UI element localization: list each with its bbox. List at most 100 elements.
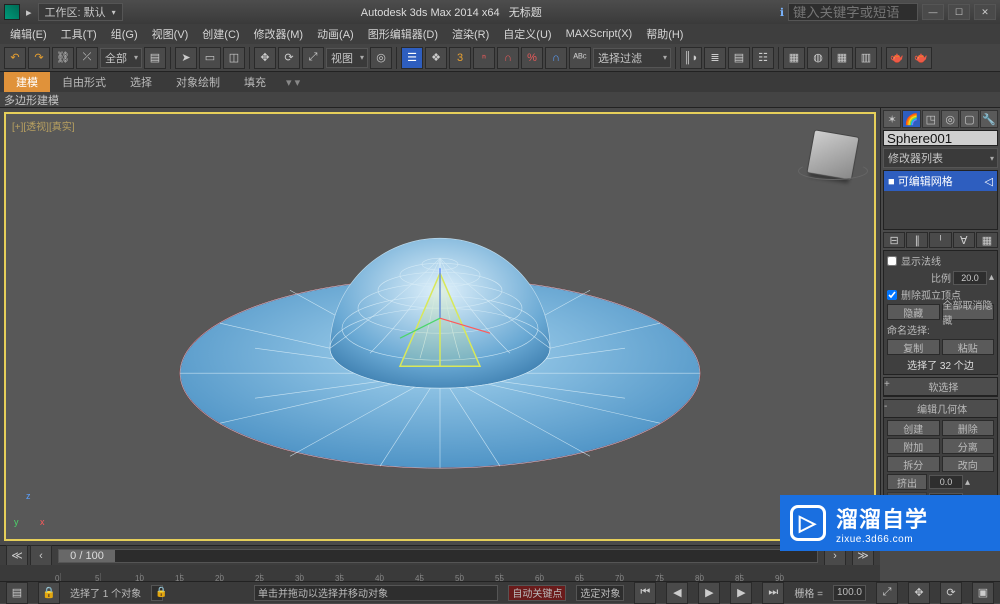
menu-customize[interactable]: 自定义(U) <box>497 24 557 44</box>
menu-edit[interactable]: 编辑(E) <box>4 24 53 44</box>
minimize-button[interactable]: — <box>922 4 944 20</box>
quick-render-button[interactable]: 🫖 <box>910 47 932 69</box>
ptab-create[interactable]: ✶ <box>883 110 901 128</box>
close-button[interactable]: ✕ <box>974 4 996 20</box>
btn-attach[interactable]: 附加 <box>887 438 940 454</box>
magnet-blue-icon[interactable]: ∩ <box>545 47 567 69</box>
play-next-button[interactable]: ▶ <box>730 582 752 604</box>
btn-delete[interactable]: 删除 <box>942 420 995 436</box>
btn-split[interactable]: 拆分 <box>887 456 940 472</box>
viewcube-ring[interactable] <box>798 162 868 180</box>
autokey-button[interactable]: 自动关键点 <box>508 585 566 601</box>
dropdown-arrow-icon[interactable]: ▸ <box>26 6 32 19</box>
ptab-hierarchy[interactable]: ◳ <box>922 110 940 128</box>
menu-create[interactable]: 创建(C) <box>196 24 245 44</box>
ptab-motion[interactable]: ◎ <box>941 110 959 128</box>
chk-show-normals[interactable] <box>887 256 897 266</box>
spinner-up-icon[interactable]: ▴ <box>989 272 994 283</box>
tab-objectpaint[interactable]: 对象绘制 <box>164 72 232 92</box>
btn-redirect[interactable]: 改向 <box>942 456 995 472</box>
curve-editor-button[interactable]: ☷ <box>752 47 774 69</box>
maximize-button[interactable]: ☐ <box>948 4 970 20</box>
object-name-field[interactable] <box>883 130 998 146</box>
chk-delete-iso[interactable] <box>887 290 897 300</box>
info-icon[interactable]: ℹ <box>780 6 784 19</box>
btn-create[interactable]: 创建 <box>887 420 940 436</box>
angle-snap-toggle[interactable]: 3 <box>449 47 471 69</box>
prev-frame-button[interactable]: ‹ <box>30 545 52 567</box>
btn-unhide-all[interactable]: 全部取消隐藏 <box>942 304 995 320</box>
spinner-extrude[interactable] <box>929 475 963 489</box>
selection-scope-dropdown[interactable]: 全部 <box>100 48 142 68</box>
render-setup-button[interactable]: ▦ <box>831 47 853 69</box>
menu-view[interactable]: 视图(V) <box>146 24 195 44</box>
move-button[interactable]: ✥ <box>254 47 276 69</box>
modifier-expand-icon[interactable]: ◁ <box>985 175 993 188</box>
lock-selection-button[interactable]: 🔒 <box>38 582 60 604</box>
time-track[interactable]: 0 / 100 <box>58 549 818 563</box>
pin-stack-button[interactable]: ⊟ <box>883 232 905 248</box>
menu-help[interactable]: 帮助(H) <box>640 24 689 44</box>
play-prev-button[interactable]: ◀ <box>666 582 688 604</box>
spin-ext-up[interactable]: ▴ <box>965 477 970 488</box>
tab-modeling[interactable]: 建模 <box>4 72 50 92</box>
menu-maxscript[interactable]: MAXScript(X) <box>560 26 639 42</box>
play-start-button[interactable]: ⏮ <box>634 582 656 604</box>
select-button[interactable]: ▤ <box>144 47 166 69</box>
ptab-utilities[interactable]: 🔧 <box>980 110 998 128</box>
configure-mod-button[interactable]: ▦ <box>976 232 998 248</box>
schematic-button[interactable]: ▦ <box>783 47 805 69</box>
tab-freeform[interactable]: 自由形式 <box>50 72 118 92</box>
redo-button[interactable]: ↷ <box>28 47 50 69</box>
btn-detach[interactable]: 分离 <box>942 438 995 454</box>
center-button[interactable]: ◎ <box>370 47 392 69</box>
workspace-dropdown[interactable]: 工作区: 默认 ▾ <box>38 3 123 21</box>
render-framewindow-button[interactable]: ▥ <box>855 47 877 69</box>
ptab-modify[interactable]: 🌈 <box>902 110 920 128</box>
menu-tools[interactable]: 工具(T) <box>55 24 103 44</box>
make-unique-button[interactable]: ᴵ <box>929 232 951 248</box>
snap-toggle[interactable]: ❖ <box>425 47 447 69</box>
magnet-red-icon[interactable]: ∩ <box>497 47 519 69</box>
rotate-button[interactable]: ⟳ <box>278 47 300 69</box>
link-button[interactable]: ⛓ <box>52 47 74 69</box>
maxscript-listener-button[interactable]: ▤ <box>6 582 28 604</box>
menu-modifiers[interactable]: 修改器(M) <box>248 24 310 44</box>
select-region-button[interactable]: ▭ <box>199 47 221 69</box>
mirror-button[interactable]: ║◗ <box>680 47 702 69</box>
material-editor-button[interactable]: ◍ <box>807 47 829 69</box>
menu-animation[interactable]: 动画(A) <box>311 24 360 44</box>
remove-mod-button[interactable]: ∀ <box>953 232 975 248</box>
modifier-stack[interactable]: ■ 可编辑网格◁ <box>883 170 998 230</box>
abc-button[interactable]: ᴬᴮᶜ <box>569 47 591 69</box>
modifier-list-dropdown[interactable]: 修改器列表 <box>883 148 998 168</box>
scale-button[interactable]: ⤢ <box>302 47 324 69</box>
show-end-button[interactable]: ∥ <box>906 232 928 248</box>
layer-manager-button[interactable]: ▤ <box>728 47 750 69</box>
rollout-softsel[interactable]: +软选择 <box>883 377 998 397</box>
unlink-button[interactable]: ⤫ <box>76 47 98 69</box>
tab-populate[interactable]: 填充 <box>232 72 278 92</box>
viewport-label[interactable]: [+][透视][真实] <box>12 118 75 133</box>
select-window-button[interactable]: ◫ <box>223 47 245 69</box>
menu-render[interactable]: 渲染(R) <box>446 24 495 44</box>
pointer-button[interactable]: ➤ <box>175 47 197 69</box>
refsystem-dropdown[interactable]: 视图 <box>326 48 368 68</box>
play-end-button[interactable]: ⏭ <box>762 582 784 604</box>
max-viewport-button[interactable]: ▣ <box>972 582 994 604</box>
align-button[interactable]: ≣ <box>704 47 726 69</box>
viewport-perspective[interactable]: [+][透视][真实] <box>4 112 876 541</box>
selectbyname-button[interactable]: ☰ <box>401 47 423 69</box>
btn-paste[interactable]: 粘贴 <box>942 339 995 355</box>
play-button[interactable]: ▶ <box>698 582 720 604</box>
modifier-editable-mesh[interactable]: ■ 可编辑网格◁ <box>884 171 997 191</box>
render-button[interactable]: 🫖 <box>886 47 908 69</box>
ptab-display[interactable]: ▢ <box>960 110 978 128</box>
tab-selection[interactable]: 选择 <box>118 72 164 92</box>
selection-filter-dropdown[interactable]: 选择过滤 <box>593 48 671 68</box>
search-input[interactable] <box>788 3 918 21</box>
spinner-ratio[interactable] <box>953 271 987 285</box>
undo-button[interactable]: ↶ <box>4 47 26 69</box>
btn-extrude[interactable]: 挤出 <box>887 474 927 490</box>
ribbon-expand-icon[interactable]: ▾ ▾ <box>286 76 300 89</box>
